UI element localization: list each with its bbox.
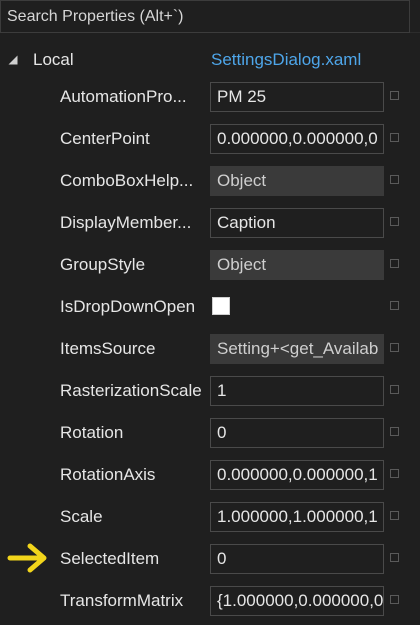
property-value-readonly[interactable]: Setting+<get_Availab xyxy=(210,334,384,364)
property-marker-icon[interactable] xyxy=(390,217,399,226)
property-value-field[interactable]: Caption xyxy=(210,208,384,238)
expand-arrow-icon[interactable] xyxy=(8,55,18,65)
property-name: GroupStyle xyxy=(60,255,146,274)
property-row-center-point: CenterPoint 0.000000,0.000000,0 xyxy=(0,118,420,160)
property-name: RasterizationScale xyxy=(60,381,202,400)
property-row-combobox-helper: ComboBoxHelp... Object xyxy=(0,160,420,202)
property-marker-icon[interactable] xyxy=(390,91,399,100)
property-value-field[interactable]: 1.000000,1.000000,1 xyxy=(210,502,384,532)
property-marker-icon[interactable] xyxy=(390,469,399,478)
property-value-field[interactable]: PM 25 xyxy=(210,82,384,112)
section-header-local[interactable]: Local SettingsDialog.xaml xyxy=(0,46,420,76)
property-value-readonly[interactable]: Object xyxy=(210,250,384,280)
property-marker-icon[interactable] xyxy=(390,595,399,604)
property-value-field[interactable]: 0.000000,0.000000,0 xyxy=(210,124,384,154)
property-name: ComboBoxHelp... xyxy=(60,171,194,190)
property-row-selected-item: SelectedItem 0 xyxy=(0,538,420,580)
property-name: ItemsSource xyxy=(60,339,156,358)
property-name: Rotation xyxy=(60,423,124,442)
property-value-field[interactable]: 0 xyxy=(210,418,384,448)
property-value-field[interactable]: 0.000000,0.000000,1 xyxy=(210,460,384,490)
search-input[interactable] xyxy=(0,0,410,33)
property-marker-icon[interactable] xyxy=(390,511,399,520)
property-marker-icon[interactable] xyxy=(390,133,399,142)
property-name: RotationAxis xyxy=(60,465,156,484)
property-row-is-dropdown-open: IsDropDownOpen xyxy=(0,286,420,328)
property-list: AutomationPro... PM 25 CenterPoint 0.000… xyxy=(0,76,420,622)
property-row-group-style: GroupStyle Object xyxy=(0,244,420,286)
property-value-field[interactable]: {1.000000,0.000000,0 xyxy=(210,586,384,616)
property-marker-icon[interactable] xyxy=(390,343,399,352)
property-name: TransformMatrix xyxy=(60,591,184,610)
search-bar xyxy=(0,0,420,33)
property-name: AutomationPro... xyxy=(60,87,187,106)
source-file-link[interactable]: SettingsDialog.xaml xyxy=(211,50,361,70)
property-name: CenterPoint xyxy=(60,129,150,148)
is-dropdown-open-checkbox[interactable] xyxy=(212,297,230,315)
section-label: Local xyxy=(33,50,74,69)
property-row-rasterization-scale: RasterizationScale 1 xyxy=(0,370,420,412)
property-name: Scale xyxy=(60,507,103,526)
property-marker-icon[interactable] xyxy=(390,175,399,184)
property-name: IsDropDownOpen xyxy=(60,297,196,316)
property-name: SelectedItem xyxy=(60,549,160,568)
property-row-display-member: DisplayMember... Caption xyxy=(0,202,420,244)
property-marker-icon[interactable] xyxy=(390,385,399,394)
property-value-field[interactable]: 1 xyxy=(210,376,384,406)
property-marker-icon[interactable] xyxy=(390,427,399,436)
property-row-rotation: Rotation 0 xyxy=(0,412,420,454)
property-row-transform-matrix: TransformMatrix {1.000000,0.000000,0 xyxy=(0,580,420,622)
property-marker-icon[interactable] xyxy=(390,259,399,268)
property-name: DisplayMember... xyxy=(60,213,192,232)
property-row-scale: Scale 1.000000,1.000000,1 xyxy=(0,496,420,538)
property-value-readonly[interactable]: Object xyxy=(210,166,384,196)
property-marker-icon[interactable] xyxy=(390,301,399,310)
property-marker-icon[interactable] xyxy=(390,553,399,562)
property-row-rotation-axis: RotationAxis 0.000000,0.000000,1 xyxy=(0,454,420,496)
property-value-field[interactable]: 0 xyxy=(210,544,384,574)
property-row-items-source: ItemsSource Setting+<get_Availab xyxy=(0,328,420,370)
yellow-arrow-icon xyxy=(7,543,47,573)
property-row-automation-properties: AutomationPro... PM 25 xyxy=(0,76,420,118)
